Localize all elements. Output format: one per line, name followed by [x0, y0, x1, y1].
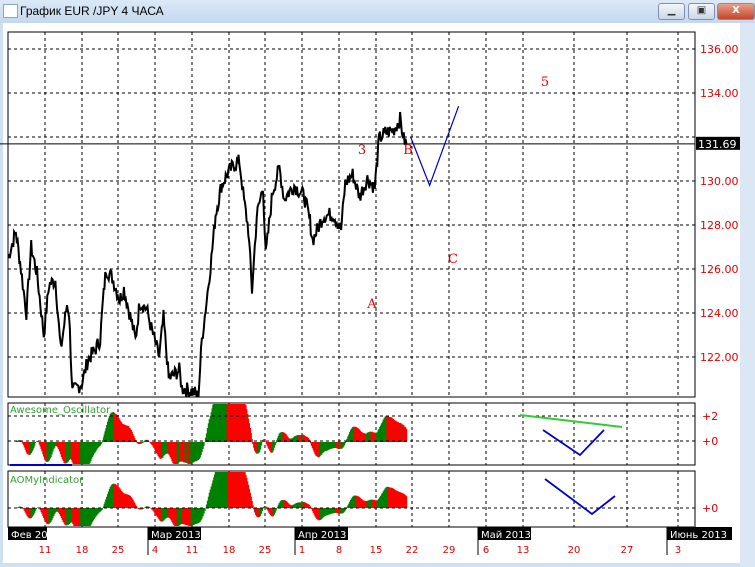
month-label: Июнь 2013 [670, 530, 727, 541]
ao-indicator-label: Awesome_Oscillator [10, 405, 111, 416]
aomy-indicator-label: AOMyIndicator [10, 475, 84, 486]
wave-label: A [366, 297, 377, 312]
main-price-panel [7, 31, 696, 398]
day-label: 22 [406, 545, 419, 556]
wave-label: 5 [541, 75, 549, 90]
day-label: 1 [299, 545, 305, 556]
wave-label: C [448, 252, 458, 267]
day-label: 8 [336, 545, 342, 556]
month-label: Май 2013 [481, 530, 531, 541]
current-price-label: 131.69 [698, 138, 737, 151]
day-label: 15 [370, 545, 383, 556]
ao-tick-label: +0 [702, 435, 718, 448]
day-label: 11 [39, 545, 52, 556]
day-label: 25 [112, 545, 125, 556]
day-label: 29 [443, 545, 456, 556]
day-label: 13 [517, 545, 530, 556]
day-label: 20 [568, 545, 581, 556]
price-tick-label: 122.00 [700, 351, 739, 364]
chart-canvas[interactable]: 136.00 134.00 130.00 128.00 126.00 124.00 122.… [0, 0, 755, 567]
ao-tick-label: +2 [702, 410, 718, 423]
price-tick-label: 134.00 [700, 87, 739, 100]
price-tick-label: 126.00 [700, 263, 739, 276]
price-tick-label: 130.00 [700, 175, 739, 188]
day-label: 18 [76, 545, 89, 556]
day-label: 18 [223, 545, 236, 556]
wave-label: B [403, 143, 413, 158]
price-tick-label: 124.00 [700, 307, 739, 320]
day-label: 11 [186, 545, 199, 556]
wave-label: 3 [358, 143, 366, 158]
day-label: 27 [621, 545, 634, 556]
day-label: 6 [483, 545, 489, 556]
month-label: Мар 2013 [151, 530, 201, 541]
aomy-tick-label: +0 [702, 502, 718, 515]
price-tick-label: 136.00 [700, 43, 739, 56]
price-tick-label: 128.00 [700, 219, 739, 232]
day-label: 4 [152, 545, 158, 556]
day-label: 25 [259, 545, 272, 556]
day-label: 3 [675, 545, 681, 556]
month-label: Апр 2013 [298, 530, 346, 541]
month-label: Фев 2013 [11, 530, 60, 541]
